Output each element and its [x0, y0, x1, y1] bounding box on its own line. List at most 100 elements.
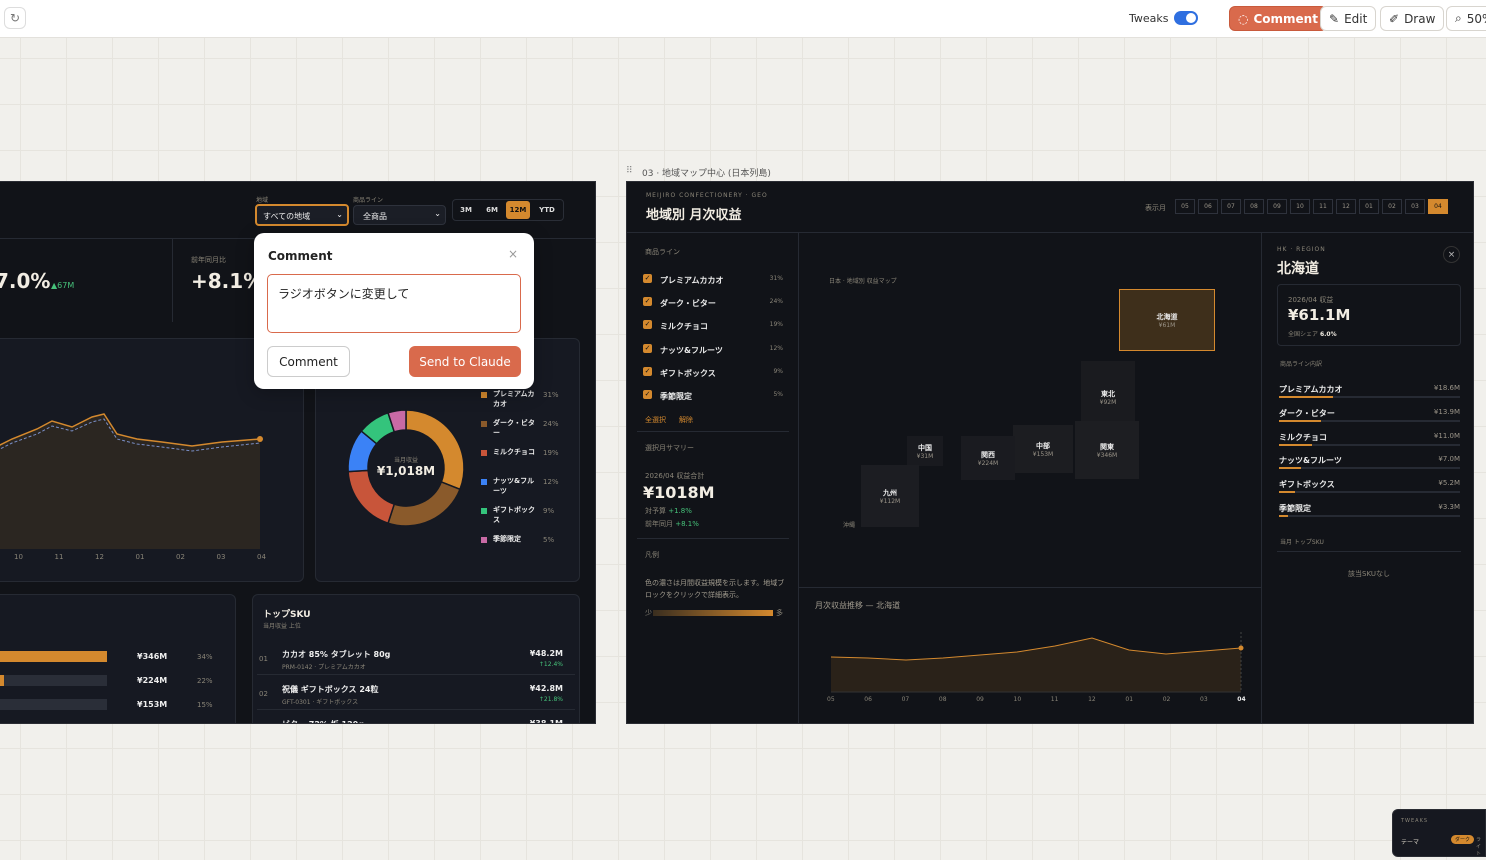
- legend-text: 色の濃さは月間収益規模を示します。地域ブロックをクリックで詳細表示。: [645, 579, 785, 599]
- legend-pct: 12%: [543, 478, 559, 486]
- theme-option-dark[interactable]: ダーク: [1451, 835, 1475, 844]
- detail-revenue-card: 2026/04 収益 ¥61.1M 全国シェア 6.0%: [1277, 284, 1461, 346]
- drag-handle-icon[interactable]: ⠿: [626, 166, 633, 176]
- checkbox-checked-icon[interactable]: ✓: [643, 343, 652, 353]
- checkbox-checked-icon[interactable]: ✓: [643, 297, 652, 307]
- donut-slice[interactable]: [387, 481, 461, 527]
- month-tab-10[interactable]: 10: [1290, 199, 1310, 214]
- trend-x-tick: 07: [901, 696, 910, 703]
- sku-sub: GFT-0301 · ギフトボックス: [282, 699, 359, 706]
- region-block[interactable]: 九州 ¥112M: [861, 465, 919, 527]
- breakdown-track: [1279, 396, 1460, 398]
- range-button-3m[interactable]: 3M: [454, 201, 478, 219]
- region-bar-pct: 22%: [197, 677, 213, 685]
- select-all-link[interactable]: 全選択: [645, 415, 666, 425]
- checkbox-checked-icon[interactable]: ✓: [643, 320, 652, 330]
- reload-icon[interactable]: ↻: [4, 7, 26, 29]
- kpi-card-1: 7.0% ▲67M: [0, 238, 173, 322]
- x-tick-label: 03: [216, 553, 226, 561]
- line-pct: 9%: [773, 367, 783, 375]
- region-value: ¥31M: [916, 452, 934, 460]
- comment-save-button[interactable]: Comment: [267, 346, 350, 377]
- month-tab-04[interactable]: 04: [1428, 199, 1448, 214]
- month-tab-02[interactable]: 02: [1382, 199, 1402, 214]
- send-to-claude-button[interactable]: Send to Claude: [409, 346, 521, 377]
- line-checkbox-row[interactable]: ✓ プレミアムカカオ 31%: [643, 274, 783, 290]
- line-checkbox-row[interactable]: ✓ 季節限定 5%: [643, 390, 783, 406]
- line-checkbox-row[interactable]: ✓ ギフトボックス 9%: [643, 366, 783, 383]
- region-block[interactable]: 北海道 ¥61M: [1119, 289, 1215, 351]
- legend-pct: 19%: [543, 449, 559, 457]
- region-bar-track: [0, 651, 107, 662]
- month-tab-06[interactable]: 06: [1198, 199, 1218, 214]
- donut-slice[interactable]: [347, 469, 396, 525]
- month-tab-07[interactable]: 07: [1221, 199, 1241, 214]
- month-tab-12[interactable]: 12: [1336, 199, 1356, 214]
- checkbox-checked-icon[interactable]: ✓: [643, 366, 652, 376]
- region-name: 北海道: [1156, 312, 1178, 321]
- legend-name: ナッツ&フルーツ: [493, 477, 535, 495]
- line-checkbox-row[interactable]: ✓ ダーク・ビター 24%: [643, 297, 783, 313]
- edit-button[interactable]: ✎ Edit: [1320, 6, 1377, 31]
- region-name: 東北: [1101, 389, 1115, 398]
- region-bar-fill: [0, 651, 107, 662]
- area-fill: [0, 414, 260, 549]
- breakdown-fill: [1279, 443, 1312, 446]
- trend-last-point: [1238, 645, 1244, 651]
- comment-button[interactable]: ◌ Comment: [1229, 6, 1327, 31]
- legend-name: ダーク・ビター: [493, 419, 535, 437]
- breakdown-value: ¥18.6M: [1433, 384, 1460, 392]
- x-tick-label: 11: [54, 553, 64, 561]
- month-tab-05[interactable]: 05: [1175, 199, 1195, 214]
- line-name: ダーク・ビター: [660, 299, 716, 309]
- region-block[interactable]: 中部 ¥153M: [1013, 425, 1073, 473]
- legend-name: ミルクチョコ: [493, 448, 535, 456]
- summary-title: 選択月サマリー: [645, 444, 694, 452]
- line-checkbox-row[interactable]: ✓ ナッツ&フルーツ 12%: [643, 343, 783, 360]
- send-to-claude-label: Send to Claude: [419, 354, 511, 369]
- sku-sub: PRM-0142 · プレミアムカカオ: [282, 664, 366, 671]
- zoom-button[interactable]: ⌕ 50%: [1446, 6, 1486, 31]
- range-button-ytd[interactable]: YTD: [532, 201, 562, 219]
- close-icon[interactable]: ×: [508, 247, 518, 261]
- comment-save-label: Comment: [279, 354, 338, 369]
- checkbox-checked-icon[interactable]: ✓: [643, 274, 652, 283]
- tweaks-toggle[interactable]: [1174, 11, 1198, 25]
- region-name: 中国: [918, 443, 932, 452]
- region-block[interactable]: 関東 ¥346M: [1075, 421, 1139, 479]
- region-block[interactable]: 中国 ¥31M: [907, 436, 943, 466]
- breakdown-fill: [1279, 491, 1296, 494]
- legend-swatch: [481, 421, 487, 427]
- budget-label: 対予算: [645, 507, 666, 515]
- comment-textarea[interactable]: ラジオボタンに変更して: [267, 274, 521, 333]
- line-pct: 5%: [773, 391, 783, 398]
- breakdown-track: [1279, 419, 1460, 422]
- region-block[interactable]: 関西 ¥224M: [961, 436, 1015, 480]
- line-checkbox-row[interactable]: ✓ ミルクチョコ 19%: [643, 320, 783, 336]
- x-tick-label: 02: [176, 553, 185, 561]
- checkbox-checked-icon[interactable]: ✓: [643, 390, 652, 399]
- draw-button[interactable]: ✐ Draw: [1380, 6, 1445, 31]
- month-tab-03[interactable]: 03: [1405, 199, 1425, 214]
- region-bar-track: [0, 699, 107, 710]
- region-select[interactable]: すべての地域 ⌄: [255, 204, 349, 226]
- line-name: ギフトボックス: [660, 368, 716, 378]
- month-tab-11[interactable]: 11: [1313, 199, 1333, 214]
- line-select-value: 全商品: [363, 212, 387, 221]
- theme-option-light[interactable]: ライト: [1476, 836, 1485, 857]
- range-button-6m[interactable]: 6M: [480, 201, 504, 219]
- month-tab-01[interactable]: 01: [1359, 199, 1379, 214]
- line-select[interactable]: 全商品 ⌄: [353, 205, 446, 225]
- detail-share-label: 全国シェア: [1288, 331, 1319, 338]
- month-tab-08[interactable]: 08: [1244, 199, 1264, 214]
- detail-share: 6.0%: [1319, 331, 1337, 338]
- region-bar-value: ¥346M: [137, 652, 168, 661]
- legend-swatch: [481, 450, 487, 456]
- donut-center: 当月収益 ¥1,018M: [336, 455, 476, 478]
- month-tab-09[interactable]: 09: [1267, 199, 1287, 214]
- legend-low: 少: [645, 609, 652, 617]
- trend-x-tick: 08: [938, 696, 947, 703]
- clear-link[interactable]: 解除: [679, 415, 693, 425]
- range-button-12m[interactable]: 12M: [506, 201, 530, 219]
- close-icon[interactable]: ×: [1443, 246, 1460, 263]
